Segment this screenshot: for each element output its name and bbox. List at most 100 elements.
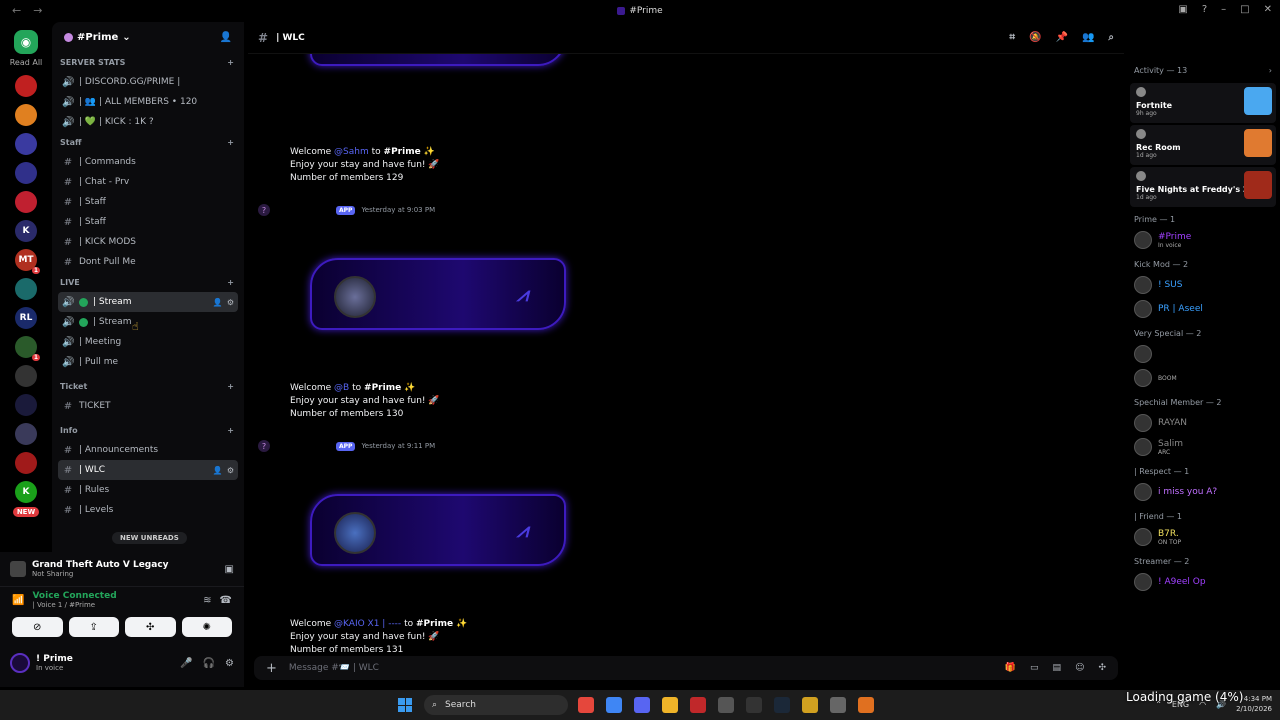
close-icon[interactable]: ✕ [1264, 4, 1272, 15]
headphones-icon[interactable]: 🎧 [203, 658, 215, 669]
member-item[interactable]: PR | Aseel [1126, 297, 1280, 321]
server-icon[interactable] [15, 394, 37, 416]
chrome-alt-icon[interactable] [606, 697, 622, 713]
forward-icon[interactable]: → [33, 4, 42, 17]
app-icon[interactable] [690, 697, 706, 713]
app-icon[interactable] [802, 697, 818, 713]
category-staff[interactable]: Staff + [52, 132, 244, 152]
member-item[interactable]: #Prime In voice [1126, 228, 1280, 252]
channel-item[interactable]: 🔊 | Stream 👤 ⚙ [58, 292, 238, 312]
new-unreads-pill[interactable]: NEW UNREADS [112, 532, 187, 544]
pin-icon[interactable]: 📌 [1055, 32, 1067, 43]
disconnect-icon[interactable]: ☎ [220, 595, 232, 606]
bot-avatar[interactable]: ? [258, 440, 270, 452]
sticker-icon[interactable]: ▤ [1053, 663, 1062, 673]
member-item[interactable] [1126, 342, 1280, 366]
app-icon[interactable] [746, 697, 762, 713]
add-channel-icon[interactable]: + [227, 138, 234, 147]
server-icon[interactable] [15, 162, 37, 184]
microphone-icon[interactable]: 🎤 [180, 658, 192, 669]
channel-item[interactable]: # TICKET [58, 396, 238, 416]
minimize-icon[interactable]: – [1221, 4, 1226, 15]
add-channel-icon[interactable]: + [227, 278, 234, 287]
server-icon[interactable]: RL [15, 307, 37, 329]
inbox-icon[interactable]: ▣ [1178, 4, 1187, 15]
search-icon[interactable]: ⌕ [1108, 32, 1114, 43]
server-icon[interactable] [15, 104, 37, 126]
add-member-icon[interactable]: 👤 [213, 298, 223, 307]
discord-home-icon[interactable]: ◉ [14, 30, 38, 54]
server-icon[interactable]: MT 1 [15, 249, 40, 274]
threads-icon[interactable]: ⌗ [1009, 32, 1015, 43]
add-channel-icon[interactable]: + [227, 426, 234, 435]
channel-item[interactable]: # | Announcements [58, 440, 238, 460]
xbox-icon[interactable] [718, 697, 734, 713]
invite-icon[interactable]: 👤 [220, 32, 232, 43]
user-mention[interactable]: @KAIO X1 | ---- [334, 619, 401, 629]
gear-icon[interactable]: ⚙ [227, 466, 234, 475]
member-item[interactable]: BOOM [1126, 366, 1280, 390]
channel-item[interactable]: 🔊 | Stream [58, 312, 238, 332]
category-ticket[interactable]: Ticket + [52, 376, 244, 396]
discord-icon[interactable] [634, 697, 650, 713]
channel-item[interactable]: # | KICK MODS [58, 232, 238, 252]
chevron-right-icon[interactable]: › [1269, 66, 1272, 75]
server-icon[interactable] [15, 423, 37, 445]
member-item[interactable]: B7R. ON TOP [1126, 525, 1280, 549]
chrome-icon[interactable] [578, 697, 594, 713]
add-channel-icon[interactable]: + [227, 58, 234, 67]
share-screen-button[interactable]: ⇪ [68, 617, 119, 637]
maximize-icon[interactable]: □ [1240, 4, 1249, 15]
voice-channel-label[interactable]: | Voice 1 / #Prime [32, 601, 116, 609]
channel-item[interactable]: 🔊 | 💚 | KICK : 1K ? [58, 112, 238, 132]
server-header[interactable]: #Prime ⌄ 👤 [52, 22, 244, 52]
channel-item[interactable]: # | Commands [58, 152, 238, 172]
channel-item[interactable]: # | Chat - Prv [58, 172, 238, 192]
add-member-icon[interactable]: 👤 [213, 466, 223, 475]
avatar[interactable] [10, 653, 30, 673]
apps-icon[interactable]: ✣ [1098, 663, 1106, 673]
members-icon[interactable]: 👥 [1082, 32, 1094, 43]
channel-item[interactable]: # | WLC 👤 ⚙ [58, 460, 238, 480]
server-icon[interactable] [15, 191, 37, 213]
attach-plus-icon[interactable]: + [266, 661, 277, 676]
camera-button[interactable]: ⊘ [12, 617, 63, 637]
channel-item[interactable]: # Dont Pull Me [58, 252, 238, 272]
server-icon[interactable] [15, 278, 37, 300]
gift-icon[interactable]: 🎁 [1005, 663, 1016, 673]
member-item[interactable]: i miss you A? [1126, 480, 1280, 504]
server-icon[interactable]: K [15, 220, 37, 242]
category-live[interactable]: LIVE + [52, 272, 244, 292]
server-icon[interactable] [15, 452, 37, 474]
member-item[interactable]: Salim ARC [1126, 435, 1280, 459]
gear-icon[interactable]: ⚙ [225, 658, 234, 669]
member-item[interactable]: ! A9eel Op [1126, 570, 1280, 594]
bot-avatar[interactable]: ? [258, 204, 270, 216]
taskbar-search[interactable]: ⌕ Search [424, 695, 568, 715]
server-icon[interactable]: K [15, 481, 37, 503]
activity-card[interactable]: Five Nights at Freddy's 2 1d ago [1130, 167, 1276, 207]
member-item[interactable]: ! SUS [1126, 273, 1280, 297]
back-icon[interactable]: ← [12, 4, 21, 17]
windows-start-icon[interactable] [398, 698, 412, 712]
gif-icon[interactable]: ▭ [1030, 663, 1039, 673]
help-icon[interactable]: ? [1202, 4, 1207, 15]
activity-card[interactable]: Fortnite 9h ago [1130, 83, 1276, 123]
user-mention[interactable]: @B [334, 383, 349, 393]
screen-share-icon[interactable]: ▣ [225, 564, 234, 575]
category-server-stats[interactable]: SERVER STATS + [52, 52, 244, 72]
notification-icon[interactable]: 🔕 [1029, 32, 1041, 43]
add-channel-icon[interactable]: + [227, 382, 234, 391]
file-explorer-icon[interactable] [662, 697, 678, 713]
channel-item[interactable]: # | Staff [58, 192, 238, 212]
server-icon[interactable] [15, 365, 37, 387]
app-icon[interactable] [858, 697, 874, 713]
emoji-icon[interactable]: ☺ [1075, 663, 1084, 673]
settings-icon[interactable] [830, 697, 846, 713]
channel-item[interactable]: # | Staff [58, 212, 238, 232]
member-item[interactable]: RAYAN [1126, 411, 1280, 435]
channel-item[interactable]: 🔊 | 👥 | ALL MEMBERS • 120 [58, 92, 238, 112]
read-all-button[interactable]: Read All [10, 58, 43, 67]
server-icon[interactable] [15, 133, 37, 155]
channel-item[interactable]: # | Rules [58, 480, 238, 500]
